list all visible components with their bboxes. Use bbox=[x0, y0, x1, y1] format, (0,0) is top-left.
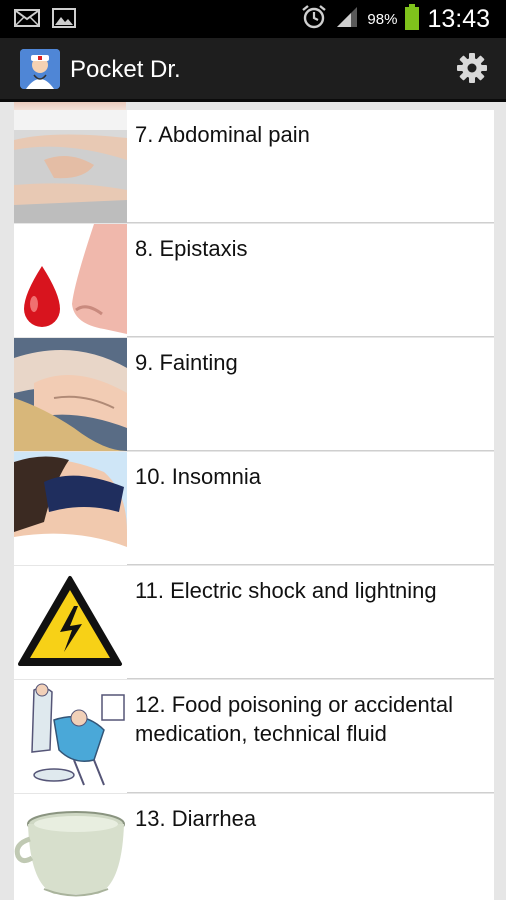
app-title: Pocket Dr. bbox=[70, 56, 181, 83]
fainting-photo bbox=[14, 338, 127, 451]
app-icon bbox=[20, 49, 60, 89]
list-item-label: 8. Epistaxis bbox=[135, 236, 248, 261]
list-item-food-poisoning[interactable]: 12. Food poisoning or accidental medicat… bbox=[14, 680, 494, 793]
signal-icon bbox=[335, 6, 359, 33]
alarm-icon bbox=[301, 4, 327, 35]
clock: 13:43 bbox=[427, 4, 490, 33]
list-item-insomnia[interactable]: 10. Insomnia bbox=[14, 452, 494, 565]
previous-item-thumbnail-fragment bbox=[14, 102, 126, 110]
battery-percent: 98% bbox=[367, 10, 398, 28]
action-bar: Pocket Dr. bbox=[0, 38, 506, 102]
battery-icon bbox=[405, 3, 420, 35]
list-item-label: 10. Insomnia bbox=[135, 464, 261, 489]
abdominal-pain-photo bbox=[14, 110, 127, 223]
gear-icon bbox=[456, 52, 488, 89]
list-item-epistaxis[interactable]: 8. Epistaxis bbox=[14, 224, 494, 337]
list-item-abdominal-pain[interactable]: 7. Abdominal pain bbox=[14, 110, 494, 223]
list-item-fainting[interactable]: 9. Fainting bbox=[14, 338, 494, 451]
topic-list[interactable]: 7. Abdominal pain 8. Epistaxis 9. Fainti bbox=[0, 102, 506, 900]
image-icon bbox=[52, 8, 76, 33]
list-item-label: 7. Abdominal pain bbox=[135, 122, 310, 147]
list-item-label: 13. Diarrhea bbox=[135, 806, 257, 831]
list-item-label: 12. Food poisoning or accidental medicat… bbox=[135, 692, 453, 746]
chamber-pot-photo bbox=[14, 794, 127, 900]
list-item-electric-shock[interactable]: 11. Electric shock and lightning bbox=[14, 566, 494, 679]
list-item-diarrhea[interactable]: 13. Diarrhea bbox=[14, 794, 494, 900]
nosebleed-illustration bbox=[14, 224, 127, 337]
vomiting-illustration bbox=[14, 680, 127, 793]
high-voltage-sign bbox=[14, 566, 127, 679]
mail-icon bbox=[14, 8, 40, 33]
sleep-mask-photo bbox=[14, 452, 127, 565]
status-bar: 98% 13:43 bbox=[0, 0, 506, 38]
list-item-label: 11. Electric shock and lightning bbox=[135, 578, 437, 603]
settings-button[interactable] bbox=[452, 50, 492, 90]
list-item-label: 9. Fainting bbox=[135, 350, 238, 375]
